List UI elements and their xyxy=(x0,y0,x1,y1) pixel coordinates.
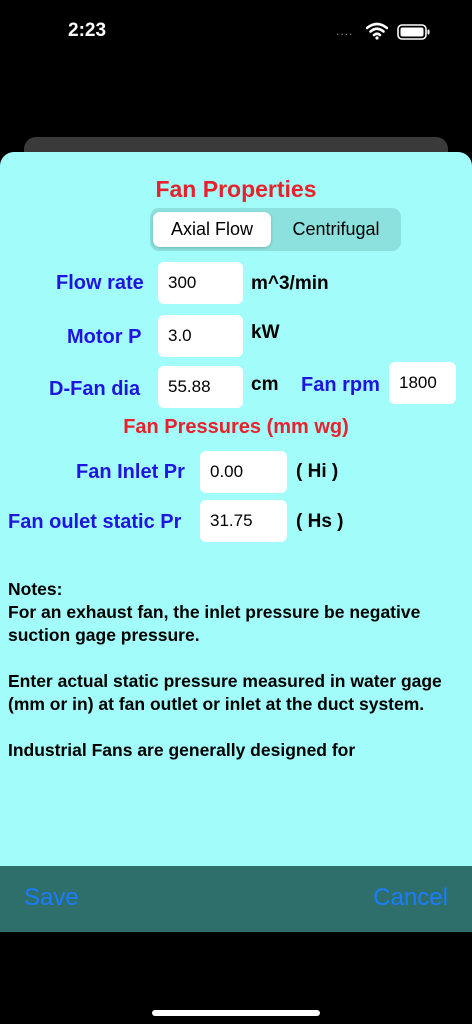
flow-rate-label: Flow rate xyxy=(56,272,144,294)
notes-paragraph-1: For an exhaust fan, the inlet pressure b… xyxy=(8,602,421,645)
fan-outlet-pressure-unit: ( Hs ) xyxy=(296,511,344,532)
fan-properties-sheet: Fan Properties Axial Flow Centrifugal Fl… xyxy=(0,152,472,932)
status-bar: 2:23 .... xyxy=(0,0,472,60)
fan-inlet-pressure-unit: ( Hi ) xyxy=(296,461,339,482)
motor-power-label: Motor P xyxy=(67,326,142,348)
bottom-action-bar: Save Cancel xyxy=(0,866,472,932)
battery-icon xyxy=(397,24,430,40)
cancel-button[interactable]: Cancel xyxy=(373,884,448,912)
notes-text: Notes: For an exhaust fan, the inlet pre… xyxy=(8,578,458,762)
save-button[interactable]: Save xyxy=(24,884,79,912)
notes-paragraph-2: Enter actual static pressure measured in… xyxy=(8,671,442,714)
fan-outlet-pressure-label: Fan oulet static Pr xyxy=(8,511,182,533)
fan-rpm-label: Fan rpm xyxy=(301,374,380,396)
fan-diameter-input[interactable]: 55.88 xyxy=(158,366,243,408)
flow-rate-input[interactable]: 300 xyxy=(158,262,243,304)
motor-power-unit: kW xyxy=(251,322,280,343)
fan-inlet-pressure-input[interactable]: 0.00 xyxy=(200,451,287,493)
fan-pressures-heading: Fan Pressures (mm wg) xyxy=(123,416,349,438)
fan-diameter-label: D-Fan dia xyxy=(49,378,141,400)
fan-outlet-pressure-input[interactable]: 31.75 xyxy=(200,500,287,542)
home-indicator xyxy=(152,1010,320,1016)
segment-axial-flow[interactable]: Axial Flow xyxy=(153,212,271,247)
cellular-signal-icon: .... xyxy=(336,24,354,38)
fan-rpm-input[interactable]: 1800 xyxy=(389,362,456,404)
segment-centrifugal[interactable]: Centrifugal xyxy=(274,212,398,247)
fan-diameter-unit: cm xyxy=(251,374,279,395)
motor-power-input[interactable]: 3.0 xyxy=(158,315,243,357)
notes-heading: Notes: xyxy=(8,579,63,599)
flow-rate-unit: m^3/min xyxy=(251,273,329,294)
notes-paragraph-3: Industrial Fans are generally designed f… xyxy=(8,740,356,760)
wifi-icon xyxy=(366,22,388,40)
status-time: 2:23 xyxy=(68,20,107,41)
page-title: Fan Properties xyxy=(155,176,317,202)
fan-inlet-pressure-label: Fan Inlet Pr xyxy=(76,461,185,483)
fan-type-segmented-control: Axial Flow Centrifugal xyxy=(150,208,401,251)
